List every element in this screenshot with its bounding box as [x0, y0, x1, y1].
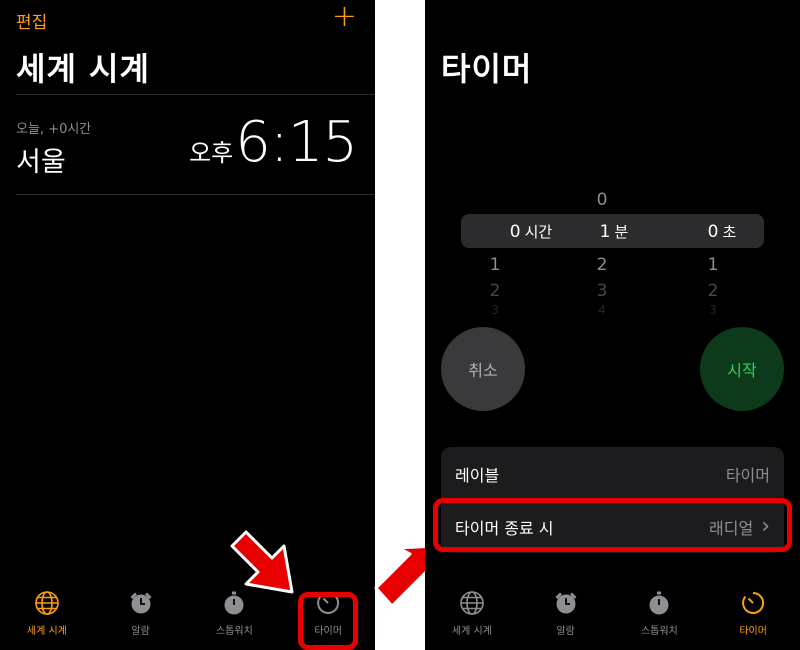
world-clock-screen: 편집 + 세계 시계 오늘, +0시간 서울 오후 6:15 세계 시계 알람 …: [0, 0, 375, 650]
globe-icon: [35, 591, 59, 615]
divider: [16, 94, 375, 95]
picker-minutes-below: 3: [596, 281, 608, 301]
tab-alarm[interactable]: 알람: [94, 588, 188, 650]
picker-hours-unit: 시간: [524, 223, 553, 241]
clock-time-display: 오후 6:15: [189, 110, 358, 175]
tab-label: 스톱워치: [215, 626, 253, 637]
settings-row-label[interactable]: 레이블 타이머: [441, 447, 784, 500]
tab-stopwatch[interactable]: 스톱워치: [613, 588, 707, 650]
alarm-clock-icon: [555, 592, 577, 614]
clock-offset: 오늘, +0시간: [16, 122, 92, 137]
globe-icon: [460, 591, 484, 615]
tab-label: 세계 시계: [26, 626, 67, 637]
picker-hours-below: 1: [489, 255, 501, 275]
page-title: 세계 시계: [16, 50, 150, 88]
settings-row-label-value: 타이머: [725, 465, 770, 485]
picker-minutes-value: 1: [599, 222, 611, 242]
tab-bar: 세계 시계 알람 스톱워치 타이머: [425, 588, 800, 650]
pointer-arrow-icon: [230, 530, 294, 594]
tab-label: 알람: [556, 626, 575, 637]
clock-time: 6:15: [235, 110, 358, 175]
picker-seconds-selected[interactable]: 0초: [680, 221, 764, 242]
picker-minutes-below: 4: [598, 303, 606, 317]
start-button[interactable]: 시작: [700, 327, 784, 411]
picker-seconds-unit: 초: [722, 223, 737, 241]
world-clock-row[interactable]: 오늘, +0시간 서울 오후 6:15: [16, 96, 358, 188]
tab-label: 타이머: [739, 626, 767, 637]
tab-timer[interactable]: 타이머: [706, 588, 800, 650]
picker-minutes-selected[interactable]: 1분: [569, 221, 659, 242]
clock-city: 서울: [16, 147, 66, 178]
add-clock-button[interactable]: +: [332, 2, 357, 32]
tab-alarm[interactable]: 알람: [519, 588, 613, 650]
picker-hours-below: 2: [489, 281, 501, 301]
picker-hours-below: 3: [491, 303, 499, 317]
tab-label: 세계 시계: [451, 626, 492, 637]
picker-seconds-below: 1: [707, 255, 719, 275]
stopwatch-icon: [649, 591, 669, 615]
tab-world-clock[interactable]: 세계 시계: [425, 588, 519, 650]
cancel-button[interactable]: 취소: [441, 327, 525, 411]
picker-minutes-unit: 분: [614, 223, 629, 241]
picker-seconds-value: 0: [707, 222, 719, 242]
alarm-clock-icon: [130, 592, 152, 614]
page-title: 타이머: [441, 50, 533, 88]
picker-hours-value: 0: [509, 222, 521, 242]
timer-icon: [742, 591, 765, 614]
tab-label: 알람: [131, 626, 150, 637]
timer-screen: 타이머 0 0 시간 1분 0초 1 2 1 2 3 2 3 4 3 취소 시작 …: [425, 0, 800, 650]
picker-minute-above: 0: [596, 190, 608, 210]
divider: [16, 194, 375, 195]
picker-hours-selected[interactable]: 0 시간: [481, 221, 581, 242]
picker-minutes-below: 2: [596, 255, 608, 275]
highlight-box: [433, 498, 792, 552]
picker-seconds-below: 3: [709, 303, 717, 317]
edit-button[interactable]: 편집: [16, 8, 47, 33]
tab-label: 스톱워치: [640, 626, 678, 637]
settings-row-label-text: 레이블: [455, 465, 500, 485]
clock-ampm: 오후: [189, 139, 234, 167]
tab-world-clock[interactable]: 세계 시계: [0, 588, 94, 650]
picker-seconds-below: 2: [707, 281, 719, 301]
